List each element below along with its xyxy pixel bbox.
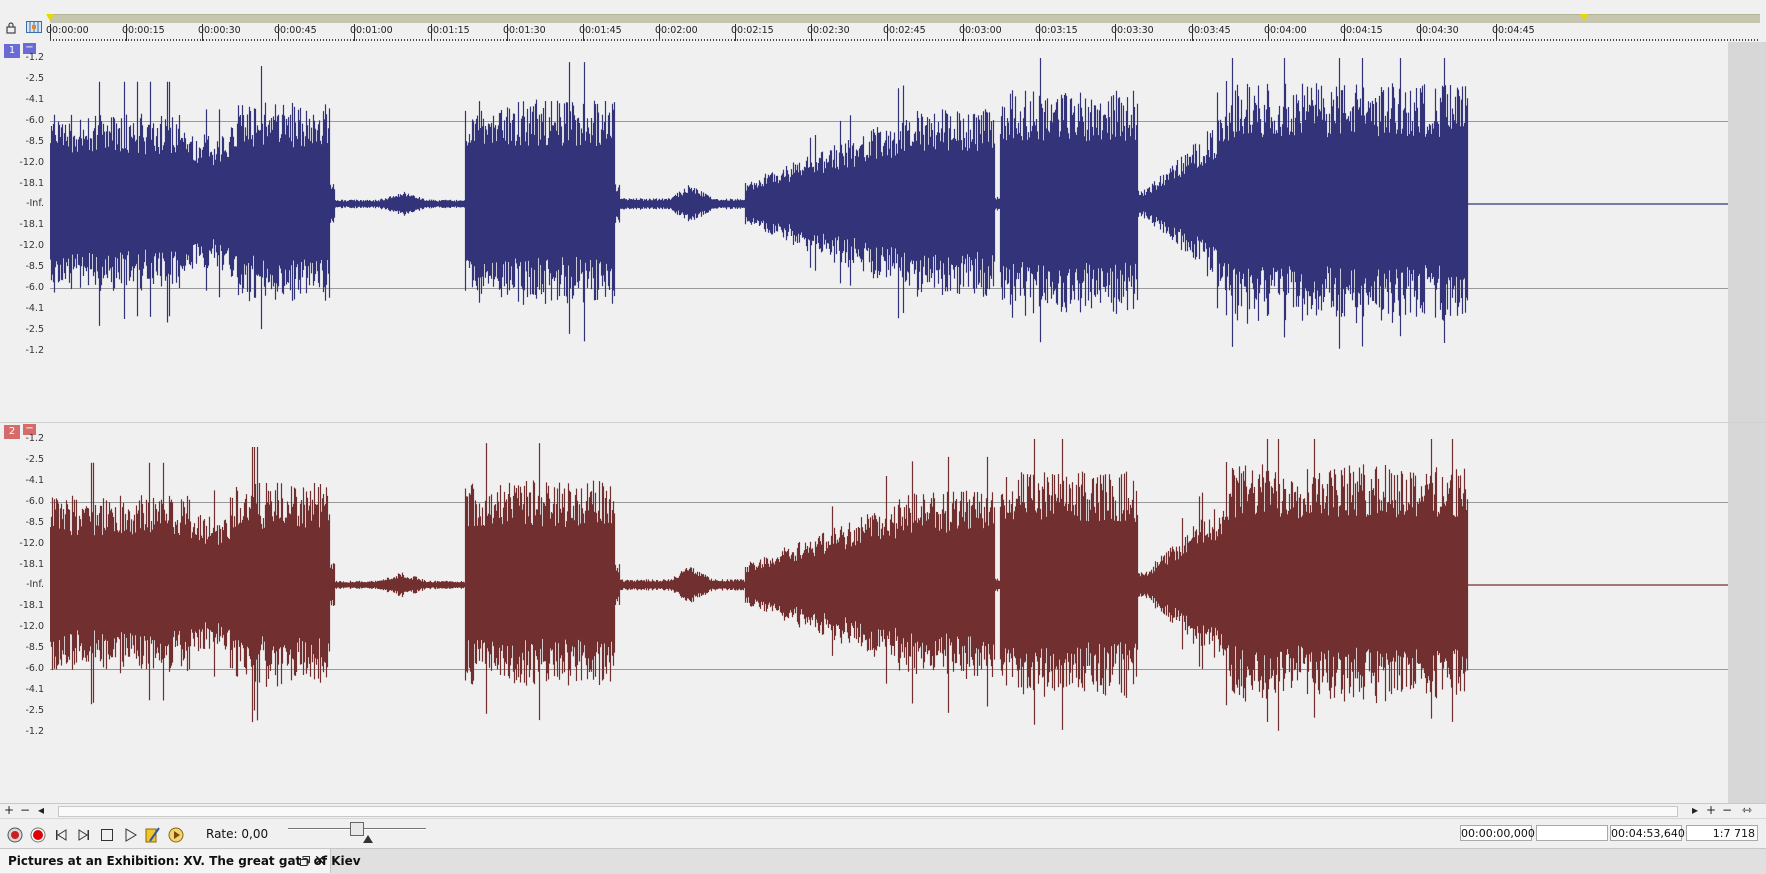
- db-scale-label: -6.0: [25, 282, 44, 293]
- start-marker[interactable]: [46, 14, 54, 21]
- total-length-field: 00:04:53,640: [1610, 825, 1685, 841]
- timeline-ruler-row: 00:00:00 00:00:15 00:00:30 00:00:45 00:01:00…: [0, 0, 1766, 43]
- db-scale-label: -1.2: [25, 345, 44, 356]
- db-scale-label: -12.0: [19, 157, 44, 168]
- zoom-out-vertical-button[interactable]: −: [18, 804, 32, 818]
- channel-1-waveform[interactable]: [50, 42, 1728, 422]
- db-scale-label: -4.1: [25, 475, 44, 486]
- waveform-path: [50, 439, 1469, 731]
- db-scale-label: -Inf.: [26, 198, 44, 209]
- time-tick-label: 00:03:15: [1035, 25, 1078, 36]
- record-arm-icon[interactable]: [6, 826, 24, 844]
- play-icon[interactable]: [121, 826, 139, 844]
- go-to-start-icon[interactable]: [52, 826, 70, 844]
- scroll-left-icon[interactable]: ◂: [34, 804, 48, 818]
- channel-1-right-gutter: [1728, 42, 1766, 422]
- end-marker[interactable]: [1580, 14, 1588, 21]
- db-scale-label: -8.5: [25, 136, 44, 147]
- time-tick-label: 00:03:30: [1111, 25, 1154, 36]
- channel-2-waveform[interactable]: [50, 423, 1728, 803]
- db-scale-label: -12.0: [19, 538, 44, 549]
- db-scale-label: -8.5: [25, 261, 44, 272]
- db-scale-label: -18.1: [19, 600, 44, 611]
- db-scale-label: -2.5: [25, 454, 44, 465]
- time-tick-label: 00:00:00: [46, 25, 89, 36]
- go-to-end-icon[interactable]: [75, 826, 93, 844]
- time-tick-label: 00:02:15: [731, 25, 774, 36]
- zoom-out-button[interactable]: −: [1720, 804, 1734, 818]
- db-scale-label: -6.0: [25, 496, 44, 507]
- audio-editor-window: 00:00:00 00:00:15 00:00:30 00:00:45 00:01:00…: [0, 0, 1766, 874]
- db-scale-label: -18.1: [19, 559, 44, 570]
- scroll-right-icon[interactable]: ▸: [1688, 804, 1702, 818]
- zoom-ratio-field[interactable]: 1:7 718: [1686, 825, 1758, 841]
- selection-length-field[interactable]: [1536, 825, 1608, 841]
- db-scale-label: -6.0: [25, 115, 44, 126]
- time-tick-label: 00:01:30: [503, 25, 546, 36]
- waveform-path: [50, 58, 1469, 349]
- time-tick-label: 00:03:00: [959, 25, 1002, 36]
- channel-1-track[interactable]: 1 − -1.2 -2.5 -4.1 -6.0 -8.5 -12.0 -18.1 -Inf. -…: [0, 42, 1766, 423]
- db-scale-label: -8.5: [25, 517, 44, 528]
- zoom-in-vertical-button[interactable]: +: [2, 804, 16, 818]
- db-scale-label: -4.1: [25, 303, 44, 314]
- time-tick-label: 00:01:15: [427, 25, 470, 36]
- snap-to-grid-icon[interactable]: [26, 20, 42, 34]
- time-tick-label: 00:04:30: [1416, 25, 1459, 36]
- time-tick-label: 00:01:45: [579, 25, 622, 36]
- db-scale-label: -4.1: [25, 684, 44, 695]
- restore-window-icon[interactable]: [300, 856, 310, 866]
- loop-playback-icon[interactable]: [144, 826, 162, 844]
- db-scale-label: -2.5: [25, 705, 44, 716]
- time-tick-label: 00:03:45: [1188, 25, 1231, 36]
- channel-2-track[interactable]: 2 − -1.2 -2.5 -4.1 -6.0 -8.5 -12.0 -18.1 -Inf. -…: [0, 423, 1766, 803]
- time-tick-label: 00:04:15: [1340, 25, 1383, 36]
- document-tab[interactable]: Pictures at an Exhibition: XV. The great…: [0, 849, 361, 873]
- time-tick-label: 00:02:00: [655, 25, 698, 36]
- time-tick-label: 00:01:00: [350, 25, 393, 36]
- lock-icon[interactable]: [6, 22, 16, 34]
- zoom-fit-icon[interactable]: ⇿: [1740, 804, 1754, 818]
- time-tick-label: 00:04:45: [1492, 25, 1535, 36]
- ruler-dotted-line: [50, 39, 1760, 41]
- time-tick-label: 00:04:00: [1264, 25, 1307, 36]
- playback-rate-slider-thumb[interactable]: [350, 822, 364, 836]
- db-scale-label: -1.2: [25, 433, 44, 444]
- document-tab-strip: Pictures at an Exhibition: XV. The great…: [0, 848, 1766, 874]
- cursor-position-field[interactable]: 00:00:00,000: [1460, 825, 1535, 841]
- transport-bar: Rate: 0,00 00:00:00,000 00:04:53,640 1:7…: [0, 818, 1766, 849]
- time-tick-label: 00:02:30: [807, 25, 850, 36]
- db-scale-label: -18.1: [19, 219, 44, 230]
- stop-icon[interactable]: [98, 826, 116, 844]
- horizontal-scroll-row: + − ◂ ▸ + − ⇿: [0, 803, 1766, 818]
- time-tick-label: 00:00:45: [274, 25, 317, 36]
- db-scale-label: -2.5: [25, 73, 44, 84]
- playback-rate-label: Rate: 0,00: [206, 827, 269, 841]
- play-all-icon[interactable]: [167, 826, 185, 844]
- db-scale-label: -2.5: [25, 324, 44, 335]
- playback-rate-pointer: [363, 835, 373, 843]
- channel-2-right-gutter: [1728, 423, 1766, 803]
- time-tick-label: 00:00:15: [122, 25, 165, 36]
- db-scale-label: -4.1: [25, 94, 44, 105]
- time-tick-label: 00:02:45: [883, 25, 926, 36]
- record-icon[interactable]: [29, 826, 47, 844]
- db-scale-label: -12.0: [19, 621, 44, 632]
- horizontal-scrollbar[interactable]: [58, 806, 1678, 817]
- close-icon[interactable]: ✕: [314, 854, 326, 868]
- db-scale-label: -8.5: [25, 642, 44, 653]
- db-scale-label: -Inf.: [26, 579, 44, 590]
- db-scale-label: -12.0: [19, 240, 44, 251]
- timeline[interactable]: 00:00:00 00:00:15 00:00:30 00:00:45 00:01:00…: [46, 14, 1760, 42]
- time-tick-label: 00:00:30: [198, 25, 241, 36]
- db-scale-label: -18.1: [19, 178, 44, 189]
- zoom-in-button[interactable]: +: [1704, 804, 1718, 818]
- db-scale-label: -6.0: [25, 663, 44, 674]
- db-scale-label: -1.2: [25, 52, 44, 63]
- db-scale-label: -1.2: [25, 726, 44, 737]
